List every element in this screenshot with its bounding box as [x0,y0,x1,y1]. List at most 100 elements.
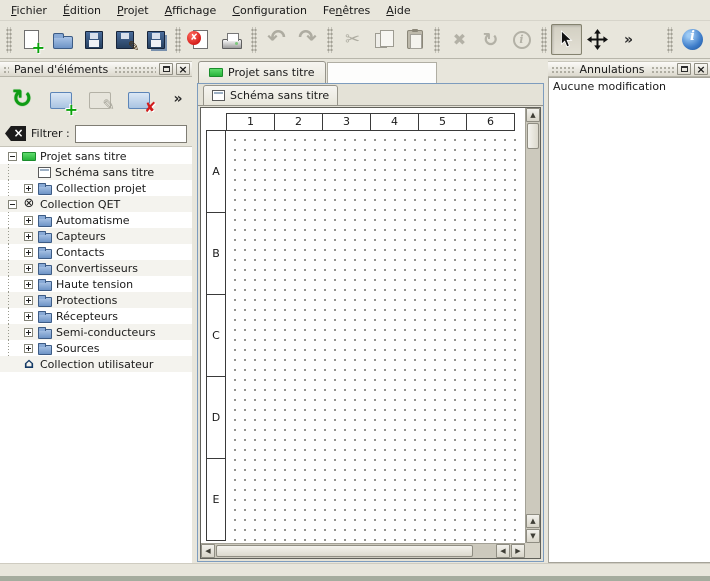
toolbar-handle[interactable] [434,27,440,53]
menu-item-edition[interactable]: Édition [55,0,109,20]
redo-button[interactable] [292,24,323,55]
menu-item-configuration[interactable]: Configuration [224,0,315,20]
edit-element-button[interactable] [84,81,116,117]
tree-expander-minus[interactable] [8,200,17,209]
dock-grip[interactable] [113,65,156,73]
dock-grip[interactable] [650,65,674,73]
tree-item-convertisseurs[interactable]: Convertisseurs [0,260,192,276]
dock-grip[interactable] [2,65,9,73]
about-button[interactable] [677,24,708,55]
tree-item-projet-sans-titre[interactable]: Projet sans titre [0,148,192,164]
new-file-button[interactable] [16,24,47,55]
project-tab[interactable]: Projet sans titre [198,61,326,83]
tree-item-haute-tension[interactable]: Haute tension [0,276,192,292]
horizontal-scrollbar[interactable] [201,543,525,558]
scroll-up-button[interactable] [526,108,540,122]
pan-mode-button[interactable] [582,24,613,55]
folder-icon [38,233,52,243]
cut-button[interactable] [337,24,368,55]
filter-input[interactable] [75,125,187,143]
toolbar-handle[interactable] [6,27,12,53]
tree-expander-plus[interactable] [24,248,33,257]
rotate-button[interactable] [475,24,506,55]
scroll-right-button[interactable] [511,544,525,558]
tree-item-protections[interactable]: Protections [0,292,192,308]
paste-button[interactable] [399,24,430,55]
tree-expander-plus[interactable] [24,232,33,241]
dock-close-button[interactable] [694,63,708,75]
scroll-left-button-right[interactable] [496,544,510,558]
new-element-button[interactable] [45,81,77,117]
tree-item-collection-utilisateur[interactable]: Collection utilisateur [0,356,192,372]
menu-item-projet[interactable]: Projet [109,0,157,20]
toolbar-handle[interactable] [175,27,181,53]
delete-element-button[interactable] [123,81,155,117]
tree-expander-plus[interactable] [24,184,33,193]
folder-icon [38,313,52,323]
print-button[interactable] [216,24,247,55]
tree-item-label: Contacts [56,246,105,259]
horizontal-scroll-thumb[interactable] [216,545,473,557]
menu-item-aide[interactable]: Aide [378,0,418,20]
panel-overflow-button[interactable] [170,81,186,117]
dock-float-button[interactable] [677,63,691,75]
vertical-scroll-thumb[interactable] [527,123,539,149]
tree-item-sources[interactable]: Sources [0,340,192,356]
menu-item-fichier[interactable]: Fichier [3,0,55,20]
open-file-button[interactable] [47,24,78,55]
undo-dock-title[interactable]: Annulations [548,61,710,77]
tree-item-collection-projet[interactable]: Collection projet [0,180,192,196]
close-file-button[interactable] [185,24,216,55]
tree-item-schema-sans-titre[interactable]: Schéma sans titre [0,164,192,180]
vertical-scrollbar[interactable] [525,108,540,543]
toolbar-handle[interactable] [667,27,673,53]
save-file-button[interactable] [78,24,109,55]
tree-item-automatisme[interactable]: Automatisme [0,212,192,228]
folder-icon [38,297,52,307]
element-panel-title[interactable]: Panel d'éléments [0,61,192,77]
dock-grip[interactable] [550,65,574,73]
menu-item-affichage[interactable]: Affichage [157,0,225,20]
tree-expander-plus[interactable] [24,264,33,273]
tree-expander-plus[interactable] [24,312,33,321]
toolbar-overflow-button[interactable] [613,24,644,55]
toolbar-handle[interactable] [327,27,333,53]
conductor-info-button[interactable] [506,24,537,55]
save-all-button[interactable] [140,24,171,55]
diagram-column-header: 1 [226,113,275,131]
reload-collections-button[interactable] [6,81,38,117]
scroll-left-button[interactable] [201,544,215,558]
select-mode-icon [558,30,575,49]
tree-item-contacts[interactable]: Contacts [0,244,192,260]
diagram-canvas[interactable]: 123456 ABCDE [201,108,525,543]
dock-float-button[interactable] [159,63,173,75]
delete-button[interactable] [444,24,475,55]
schema-tab[interactable]: Schéma sans titre [203,85,338,105]
tree-item-semi-conducteurs[interactable]: Semi-conducteurs [0,324,192,340]
tree-expander-plus[interactable] [24,344,33,353]
save-file-as-button[interactable] [109,24,140,55]
scroll-up-button-bottom[interactable] [526,514,540,528]
select-mode-button[interactable] [551,24,582,55]
tree-expander-plus[interactable] [24,296,33,305]
clear-filter-button[interactable] [5,126,26,141]
tree-expander-plus[interactable] [24,280,33,289]
undo-button[interactable] [261,24,292,55]
tree-item-collection-qet[interactable]: Collection QET [0,196,192,212]
diagram-column-headers: 123456 [226,113,515,131]
filter-label: Filtrer : [31,127,70,140]
toolbar-handle[interactable] [541,27,547,53]
status-bar [0,563,710,576]
dock-close-button[interactable] [176,63,190,75]
undo-item-no-modification[interactable]: Aucune modification [549,78,710,95]
tree-item-capteurs[interactable]: Capteurs [0,228,192,244]
toolbar-handle[interactable] [251,27,257,53]
delete-element-icon [128,92,150,109]
menu-item-fenetres[interactable]: Fenêtres [315,0,378,20]
tree-item-recepteurs[interactable]: Récepteurs [0,308,192,324]
tree-expander-plus[interactable] [24,216,33,225]
scroll-down-button[interactable] [526,529,540,543]
tree-expander-minus[interactable] [8,152,17,161]
tree-expander-plus[interactable] [24,328,33,337]
copy-button[interactable] [368,24,399,55]
